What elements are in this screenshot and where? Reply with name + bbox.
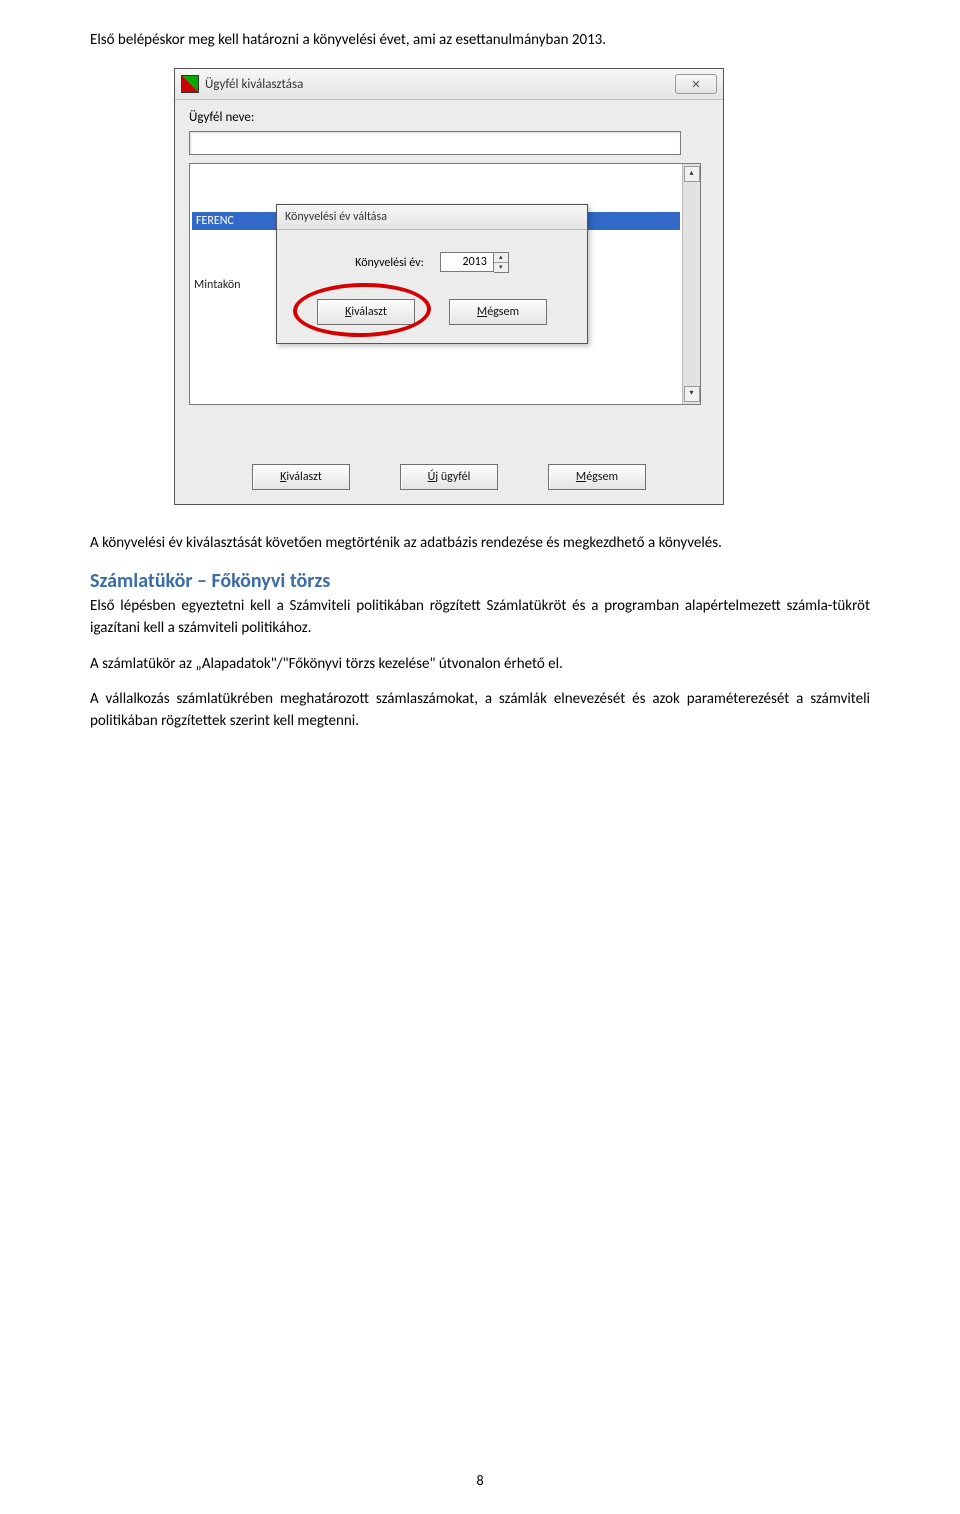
year-label: Könyvelési év: (355, 256, 424, 270)
year-input[interactable]: 2013 (440, 252, 494, 272)
scroll-up-icon[interactable]: ▴ (684, 166, 700, 182)
inner-cancel-button[interactable]: Mégsem (449, 299, 547, 325)
client-name-input[interactable] (189, 131, 681, 155)
dialog-screenshot: Ügyfél kiválasztása ✕ Ügyfél neve: FEREN… (174, 68, 724, 505)
section-p2: A számlatükör az „Alapadatok"/"Főkönyvi … (90, 654, 870, 676)
section-p1: Első lépésben egyeztetni kell a Számvite… (90, 596, 870, 640)
section-heading: Számlatükör – Főkönyvi törzs (90, 569, 870, 593)
page-number: 8 (0, 1472, 960, 1489)
btn-rest: iválaszt (286, 470, 322, 484)
new-client-button[interactable]: Új ügyfél (400, 464, 498, 490)
year-spinner[interactable]: ▴ ▾ (494, 252, 509, 273)
btn-rest: j ügyfél (435, 470, 470, 484)
spin-up-icon[interactable]: ▴ (494, 253, 508, 262)
client-list[interactable]: FERENC Mintakön Könyvelési év váltása Kö… (189, 163, 701, 405)
paragraph-after-dialog: A könyvelési év kiválasztását követően m… (90, 533, 870, 555)
mnemonic: M (477, 305, 487, 319)
btn-rest: égsem (487, 305, 519, 319)
section-p3: A vállalkozás számlatükrében meghatározo… (90, 689, 870, 733)
spin-down-icon[interactable]: ▾ (494, 262, 508, 272)
client-list-item[interactable]: Mintakön (194, 278, 241, 292)
intro-text: Első belépéskor meg kell határozni a kön… (90, 30, 870, 50)
select-button[interactable]: Kiválaszt (252, 464, 350, 490)
client-name-label: Ügyfél neve: (189, 110, 709, 125)
mnemonic: M (576, 470, 586, 484)
app-icon (181, 75, 199, 93)
close-button[interactable]: ✕ (675, 74, 717, 94)
scroll-down-icon[interactable]: ▾ (684, 386, 700, 402)
titlebar: Ügyfél kiválasztása ✕ (175, 69, 723, 100)
inner-window-title: Könyvelési év váltása (277, 205, 587, 230)
cancel-button[interactable]: Mégsem (548, 464, 646, 490)
btn-rest: iválaszt (351, 305, 387, 319)
btn-rest: égsem (586, 470, 618, 484)
client-select-dialog: Ügyfél kiválasztása ✕ Ügyfél neve: FEREN… (174, 68, 724, 505)
scrollbar[interactable]: ▴ ▾ (682, 164, 700, 404)
window-title: Ügyfél kiválasztása (205, 77, 303, 92)
inner-select-button[interactable]: Kiválaszt (317, 299, 415, 325)
year-change-dialog: Könyvelési év váltása Könyvelési év: 201… (276, 204, 588, 344)
